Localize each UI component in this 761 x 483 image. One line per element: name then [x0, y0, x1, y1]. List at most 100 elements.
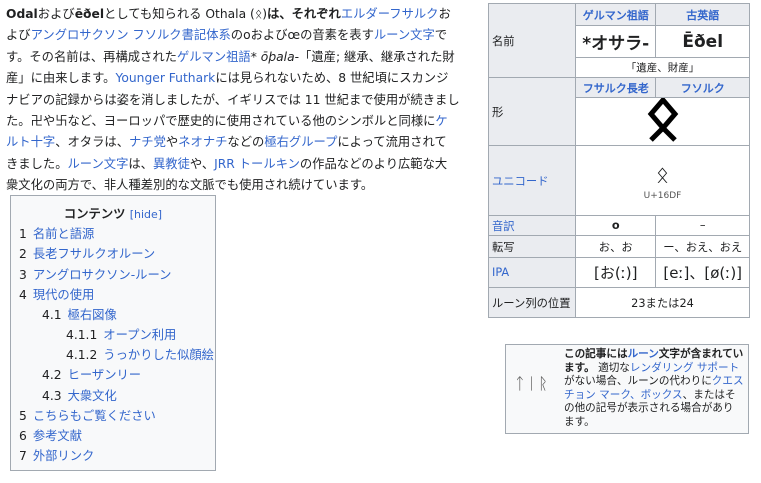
link-neo-nazi[interactable]: ネオナチ	[178, 135, 227, 149]
text: お	[438, 7, 451, 21]
link-runes[interactable]: ルーン文字	[374, 28, 435, 42]
toc-label: 大衆文化	[67, 389, 117, 403]
toc-num: 1	[19, 227, 27, 241]
link-far-right[interactable]: 極右グループ	[264, 135, 337, 149]
link-celtic-cross-2[interactable]: ルト十字	[6, 135, 55, 149]
text: や	[165, 135, 179, 150]
text: この記事には	[564, 348, 628, 360]
infobox-label-ipa[interactable]: IPA	[488, 257, 576, 288]
text: きました。	[6, 156, 68, 171]
text: で	[434, 28, 448, 43]
text: の作品などのより広範な大	[299, 156, 448, 171]
text: には見られないため、8 世紀頃にスカンジ	[215, 71, 449, 86]
toc-label: アングロサクソン-ルーン	[32, 268, 172, 282]
toc-item[interactable]: 4.2 ヒーザンリー	[42, 365, 141, 383]
text: 産」に由来します。	[6, 71, 116, 86]
link-proto-germanic[interactable]: ゲルマン祖語	[177, 50, 251, 64]
toc-num: 3	[19, 268, 27, 282]
link-anglo-saxon-futhorc[interactable]: アングロサクソン フソルク	[31, 28, 182, 42]
infobox-name-oe: Ēðel	[655, 25, 750, 58]
infobox-label-transcription: 転写	[488, 235, 576, 258]
infobox-trans-b: ー、おえ、おえ	[655, 235, 750, 258]
toc-label: ヒーザンリー	[67, 368, 142, 382]
unicode-glyph: ᛟ	[655, 162, 670, 188]
toc-num: 4.3	[42, 389, 62, 403]
infobox-label-transliteration[interactable]: 音訳	[488, 215, 576, 236]
infobox-label-name: 名前	[488, 3, 576, 78]
term-edel: ēðel	[74, 7, 105, 21]
link-runic[interactable]: ルーン	[628, 348, 659, 360]
link-nazi-party[interactable]: ナチ党	[129, 135, 166, 149]
text: は、	[128, 156, 153, 171]
link-tolkien[interactable]: JRR トールキン	[214, 157, 300, 171]
link-writing-system[interactable]: 書記体系	[182, 28, 231, 42]
infobox-rune-shape	[575, 96, 750, 146]
toc-item[interactable]: 2 長老フサルクオルーン	[19, 244, 155, 262]
toc-num: 7	[19, 449, 27, 463]
toc-title: コンテンツ [hide]	[11, 204, 215, 224]
toc-label: 外部リンク	[32, 449, 95, 463]
text: は、それぞれ	[267, 7, 341, 21]
text: によって流用されて	[337, 135, 447, 150]
toc-item[interactable]: 6 参考文献	[19, 426, 82, 444]
othala-rune-icon	[647, 96, 678, 142]
link-runes-2[interactable]: ルーン文字	[68, 157, 129, 171]
link-elder-futhark[interactable]: エルダーフサルク	[341, 7, 439, 21]
text: としても知られる Othala (	[104, 7, 255, 21]
toc-num: 5	[19, 409, 27, 423]
text: などの	[227, 135, 265, 150]
toc-item[interactable]: 4 現代の使用	[19, 285, 94, 303]
infobox-translit-b: –	[655, 215, 750, 236]
infobox-label-position: ルーン列の位置	[488, 287, 576, 318]
infobox-label-shape: 形	[488, 77, 576, 146]
text: よび	[6, 28, 31, 43]
link-rendering-support[interactable]: レンダリング サポート	[630, 362, 739, 374]
toc-item[interactable]: 1 名前と語源	[19, 224, 94, 242]
text: がない場合、ルーンの代わりに	[564, 375, 712, 388]
infobox-meaning: 「遺産、財産」	[575, 57, 750, 78]
toc-num: 6	[19, 429, 27, 443]
link-younger-futhark[interactable]: Younger Futhark	[115, 71, 215, 85]
toc-item[interactable]: 4.3 大衆文化	[42, 386, 117, 404]
toc-label: 現代の使用	[32, 288, 95, 302]
rune-infobox: 名前 ゲルマン祖語 古英語 *オサラ- Ēðel 「遺産、財産」 形 フサルク長…	[488, 3, 750, 318]
link-celtic-cross[interactable]: ケ	[435, 114, 447, 128]
unicode-code: U+16DF	[643, 190, 682, 201]
toc-item[interactable]: 7 外部リンク	[19, 446, 94, 464]
toc-label: オープン利用	[103, 328, 177, 342]
infobox-ipa-a: [お(ː)]	[574, 257, 657, 288]
toc-item[interactable]: 4.1 極右図像	[42, 305, 117, 323]
toc-item[interactable]: 5 こちらもご覧ください	[19, 406, 156, 424]
toc-num: 2	[19, 247, 27, 261]
infobox-label-unicode[interactable]: ユニコード	[488, 145, 576, 216]
text: ōþala	[260, 49, 295, 64]
infobox-header-futhorc[interactable]: フソルク	[655, 77, 750, 98]
infobox-header-proto-germanic[interactable]: ゲルマン祖語	[574, 3, 657, 26]
toc-heading: コンテンツ	[63, 207, 126, 221]
infobox-header-old-english[interactable]: 古英語	[655, 3, 750, 26]
infobox-position: 23または24	[575, 287, 750, 318]
text: す。その名前は、再構成された	[6, 49, 177, 64]
infobox-unicode: ᛟ U+16DF	[575, 145, 750, 216]
article-intro: Odalおよびēðelとしても知られる Othala (ᛟ)は、それぞれエルダー…	[6, 4, 482, 197]
link-pagan[interactable]: 異教徒	[153, 157, 190, 171]
toc-label: うっかりした似顔絵	[103, 348, 214, 362]
infobox-translit-a: o	[574, 215, 657, 236]
term-odal: Odal	[6, 7, 38, 21]
text: や、	[189, 156, 215, 171]
rune-script-notice: ᛏᛁᚱ この記事にはルーン文字が含まれています。 適切なレンダリング サポートが…	[505, 344, 749, 434]
table-of-contents: コンテンツ [hide] 1 名前と語源 2 長老フサルクオルーン 3 アングロサクソ…	[10, 195, 216, 471]
toc-label: こちらもご覧ください	[32, 409, 156, 423]
toc-item[interactable]: 4.1.1 オープン利用	[66, 325, 176, 343]
text: のoおよびœの音素を表す	[230, 28, 374, 43]
text: 衆文化の両方で、非人種差別的な文脈でも使用され続けています。	[6, 178, 374, 193]
toc-item[interactable]: 4.1.2 うっかりした似顔絵	[66, 345, 214, 363]
toc-label: 参考文献	[32, 429, 83, 443]
text: *	[250, 49, 261, 64]
toc-hide-toggle[interactable]: [hide]	[130, 208, 162, 221]
text: 適切な	[598, 361, 630, 374]
toc-item[interactable]: 3 アングロサクソン-ルーン	[19, 265, 171, 283]
toc-label: 名前と語源	[32, 227, 95, 241]
infobox-header-elder-futhark[interactable]: フサルク長老	[574, 77, 657, 98]
infobox-trans-a: お、お	[574, 235, 657, 258]
